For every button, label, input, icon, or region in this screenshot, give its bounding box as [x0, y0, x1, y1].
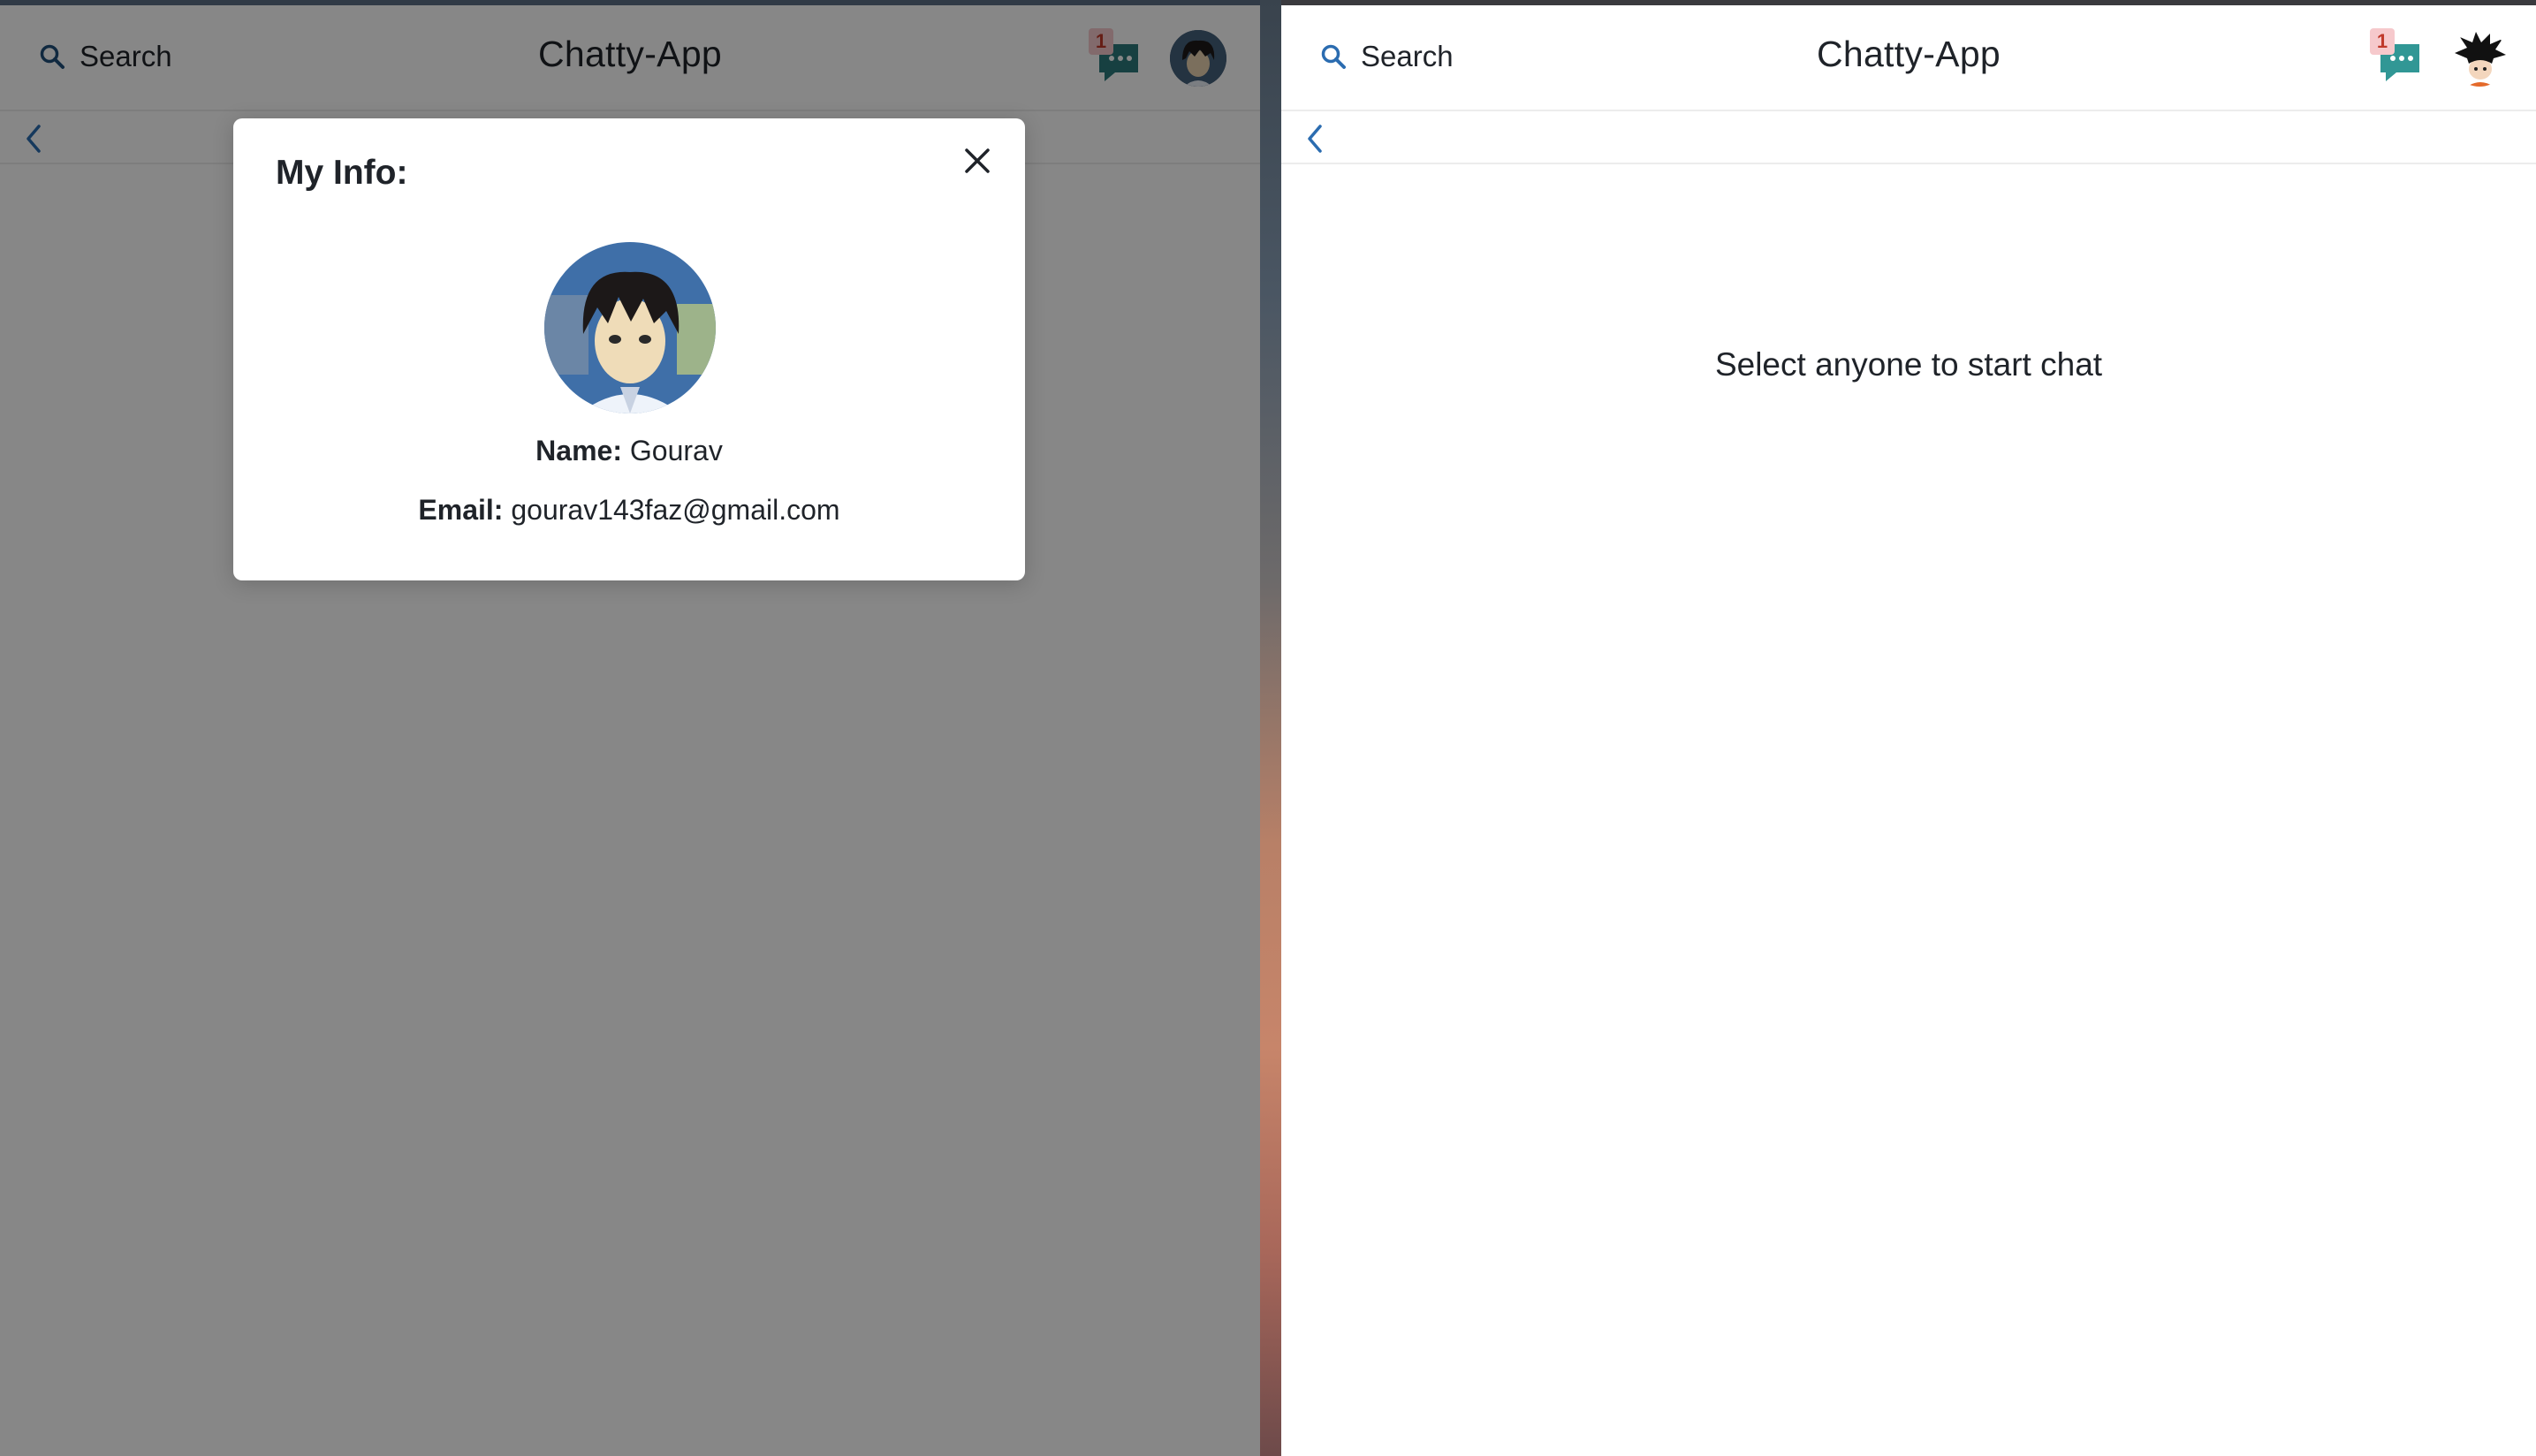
- name-label: Name:: [535, 435, 622, 466]
- close-icon[interactable]: [958, 141, 997, 180]
- screen: Search Chatty-App 1 My Info: Name: Goura…: [0, 0, 2536, 1456]
- app-title: Chatty-App: [1816, 34, 2001, 74]
- name-value: Gourav: [629, 435, 723, 466]
- my-info-modal: My Info: Name: Gourav Email: gourav143fa…: [233, 118, 1025, 580]
- desktop-background: [1260, 0, 1281, 1456]
- email-value: gourav143faz@gmail.com: [511, 494, 840, 526]
- window-top-edge: [1281, 0, 2536, 5]
- left-window: Search Chatty-App 1 My Info: Name: Goura…: [0, 0, 1260, 1456]
- email-row: Email: gourav143faz@gmail.com: [233, 494, 1025, 527]
- profile-avatar[interactable]: [2451, 30, 2508, 87]
- modal-profile-picture: [544, 242, 716, 413]
- sub-toolbar: [1281, 113, 2536, 164]
- notifications-button[interactable]: 1: [2370, 28, 2423, 87]
- avatar: [2451, 30, 2508, 87]
- empty-chat-message: Select anyone to start chat: [1714, 346, 2103, 383]
- notification-badge: 1: [2370, 28, 2395, 55]
- modal-title: My Info:: [276, 154, 408, 192]
- name-row: Name: Gourav: [233, 435, 1025, 467]
- avatar: [544, 242, 716, 413]
- header-bar: Search Chatty-App 1: [1281, 0, 2536, 111]
- right-window: Search Chatty-App 1 Select anyone to sta…: [1281, 0, 2536, 1456]
- back-chevron-icon[interactable]: [1302, 122, 1329, 155]
- email-label: Email:: [418, 494, 504, 526]
